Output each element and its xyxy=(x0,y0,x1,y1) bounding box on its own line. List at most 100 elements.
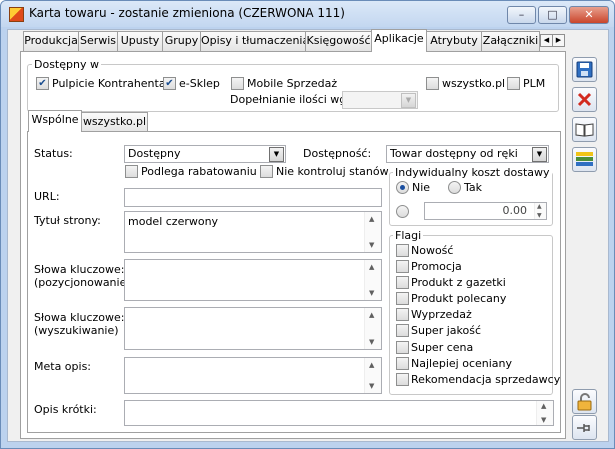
flag-cena-checkbox[interactable] xyxy=(396,341,409,354)
plm-checkbox[interactable] xyxy=(507,77,520,90)
url-label: URL: xyxy=(34,190,60,203)
tytul-value: model czerwony xyxy=(128,215,219,228)
slowa-poz-textarea[interactable]: ▲ ▼ xyxy=(124,259,382,301)
delete-button[interactable] xyxy=(572,87,597,112)
scroll-down-icon[interactable]: ▼ xyxy=(369,289,374,297)
tab-atrybuty[interactable]: Atrybuty xyxy=(426,31,482,51)
flagi-group-label: Flagi xyxy=(393,229,424,242)
nie-kontroluj-checkbox[interactable] xyxy=(260,165,273,178)
scroll-up-icon[interactable]: ▲ xyxy=(541,402,546,410)
meta-textarea[interactable]: ▲ ▼ xyxy=(124,357,382,394)
meta-label: Meta opis: xyxy=(34,360,92,373)
opis-textarea[interactable]: ▲ ▼ xyxy=(124,400,554,426)
status-label: Status: xyxy=(34,147,73,160)
koszt-nie-label: Nie xyxy=(412,181,431,194)
flag-rekomendacja-checkbox[interactable] xyxy=(396,373,409,386)
list-button[interactable] xyxy=(572,147,597,172)
flag-polecany-label: Produkt polecany xyxy=(411,292,507,305)
flag-jakosc-label: Super jakość xyxy=(411,324,482,337)
scroll-down-icon[interactable]: ▼ xyxy=(369,382,374,390)
dostepnosc-select[interactable]: Towar dostępny od ręki ▼ xyxy=(386,145,549,163)
tytul-textarea[interactable]: model czerwony ▲ ▼ xyxy=(124,211,382,253)
flag-jakosc-checkbox[interactable] xyxy=(396,324,409,337)
tytul-scrollbar[interactable]: ▲ ▼ xyxy=(364,212,381,252)
esklep-checkbox[interactable]: ✔ xyxy=(163,77,176,90)
mobile-label: Mobile Sprzedaż xyxy=(247,77,338,90)
scroll-up-icon[interactable]: ▲ xyxy=(369,263,374,271)
flag-gazetka-label: Produkt z gazetki xyxy=(411,276,506,289)
pulpicie-checkbox[interactable]: ✔ xyxy=(36,77,49,90)
app-icon xyxy=(9,7,24,22)
slowa-poz-scrollbar[interactable]: ▲ ▼ xyxy=(364,260,381,300)
koszt-tak-label: Tak xyxy=(464,181,483,194)
flag-oceniany-checkbox[interactable] xyxy=(396,357,409,370)
wszystko-label: wszystko.pl xyxy=(442,77,506,90)
book-button[interactable] xyxy=(572,117,597,142)
tytul-label: Tytuł strony: xyxy=(34,214,101,227)
dopelnianie-select[interactable]: ▼ xyxy=(342,91,418,109)
flag-nowosc-label: Nowość xyxy=(411,244,454,257)
dopelnianie-label: Dopełnianie ilości wg: xyxy=(230,93,350,106)
tab-grupy[interactable]: Grupy xyxy=(162,31,201,51)
koszt-tak-radio[interactable] xyxy=(448,181,461,194)
pulpicie-label: Pulpicie Kontrahenta xyxy=(52,77,166,90)
scroll-down-icon[interactable]: ▼ xyxy=(369,338,374,346)
pin-icon xyxy=(577,424,590,432)
opis-scrollbar[interactable]: ▲ ▼ xyxy=(536,401,553,425)
delete-icon xyxy=(577,92,592,107)
slowa-poz-sublabel: (pozycjonowanie) xyxy=(34,276,131,289)
flag-gazetka-checkbox[interactable] xyxy=(396,276,409,289)
slowa-wysz-scrollbar[interactable]: ▲ ▼ xyxy=(364,308,381,349)
dostepnosc-value: Towar dostępny od ręki xyxy=(390,147,518,160)
chevron-down-icon: ▼ xyxy=(401,93,416,108)
scroll-up-icon[interactable]: ▲ xyxy=(369,215,374,223)
spin-down-icon[interactable]: ▼ xyxy=(537,212,542,219)
tab-serwis[interactable]: Serwis xyxy=(78,31,118,51)
tab-opisy[interactable]: Opisy i tłumaczenia xyxy=(200,31,309,51)
slowa-wysz-sublabel: (wyszukiwanie) xyxy=(34,324,119,337)
meta-scrollbar[interactable]: ▲ ▼ xyxy=(364,358,381,393)
close-button[interactable]: ✕ xyxy=(569,6,609,24)
slowa-wysz-textarea[interactable]: ▲ ▼ xyxy=(124,307,382,350)
tab-zalaczniki[interactable]: Załączniki xyxy=(481,31,540,51)
lock-button[interactable] xyxy=(572,389,597,414)
save-icon xyxy=(576,61,593,78)
minimize-button[interactable]: – xyxy=(507,6,536,24)
mobile-checkbox[interactable] xyxy=(231,77,244,90)
tab-ksiegowosc[interactable]: Księgowość xyxy=(305,31,372,51)
slowa-wysz-label: Słowa kluczowe: xyxy=(34,311,125,324)
slowa-poz-label: Słowa kluczowe: xyxy=(34,263,125,276)
flag-rekomendacja-label: Rekomendacja sprzedawcy xyxy=(411,373,561,386)
wszystko-checkbox[interactable] xyxy=(426,77,439,90)
spin-up-icon[interactable]: ▲ xyxy=(537,203,542,210)
plm-label: PLM xyxy=(523,77,546,90)
pin-button[interactable] xyxy=(572,415,597,440)
scroll-up-icon[interactable]: ▲ xyxy=(369,361,374,369)
podlega-checkbox[interactable] xyxy=(125,165,138,178)
flag-promocja-checkbox[interactable] xyxy=(396,260,409,273)
flag-polecany-checkbox[interactable] xyxy=(396,292,409,305)
tab-upusty[interactable]: Upusty xyxy=(117,31,163,51)
koszt-amount-radio[interactable] xyxy=(396,205,409,218)
scroll-down-icon[interactable]: ▼ xyxy=(541,416,546,424)
status-select[interactable]: Dostępny ▼ xyxy=(124,145,286,163)
scroll-down-icon[interactable]: ▼ xyxy=(369,241,374,249)
save-button[interactable] xyxy=(572,57,597,82)
maximize-button[interactable]: □ xyxy=(538,6,567,24)
flag-wyprzedaz-checkbox[interactable] xyxy=(396,308,409,321)
tab-produkcja[interactable]: Produkcja xyxy=(23,31,79,51)
koszt-amount-input[interactable]: 0.00 ▲ ▼ xyxy=(424,202,547,220)
title-bar[interactable]: Karta towaru - zostanie zmieniona (CZERW… xyxy=(1,1,614,27)
scroll-up-icon[interactable]: ▲ xyxy=(369,311,374,319)
list-icon xyxy=(576,152,593,166)
koszt-group-label: Indywidualny koszt dostawy xyxy=(393,166,552,179)
koszt-spinner[interactable]: ▲ ▼ xyxy=(534,203,546,219)
url-input[interactable] xyxy=(124,188,382,207)
tab-scroll-right-icon[interactable]: ▶ xyxy=(552,34,565,47)
subtab-wspolne[interactable]: Wspólne xyxy=(28,110,82,132)
koszt-nie-radio[interactable] xyxy=(396,181,409,194)
tab-aplikacje[interactable]: Aplikacje xyxy=(371,29,427,52)
subtab-wszystko[interactable]: wszystko.pl xyxy=(81,112,148,132)
flag-nowosc-checkbox[interactable] xyxy=(396,244,409,257)
chevron-down-icon: ▼ xyxy=(269,147,284,162)
